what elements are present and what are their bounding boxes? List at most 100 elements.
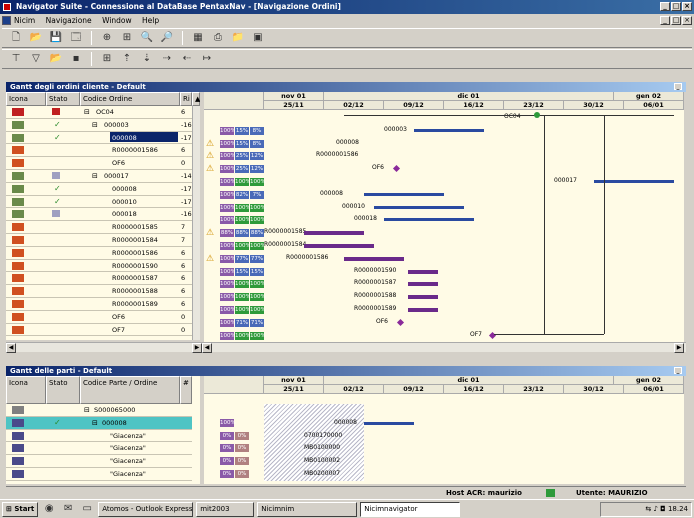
table-row[interactable]: ✓ ⊟ 000008 — [6, 416, 192, 430]
maximize-button[interactable]: □ — [671, 2, 681, 11]
layout-icon[interactable]: ▦ — [190, 31, 206, 45]
child-minimize-button[interactable]: _ — [660, 16, 670, 25]
table-row[interactable]: ✓ 000008 -17 — [6, 131, 192, 145]
save-layout-icon[interactable]: ▣ — [250, 31, 266, 45]
filter-icon[interactable]: ▽ — [28, 52, 44, 66]
panel-minimize-button[interactable]: _ — [674, 83, 682, 90]
expand-toggle-icon[interactable]: ⊟ — [92, 119, 98, 129]
properties-icon[interactable]: 🗔 — [68, 31, 84, 45]
col-icona[interactable]: Icona — [6, 92, 46, 106]
scroll-up-arrow[interactable]: ▲ — [192, 92, 200, 106]
gantt-scroll-left-arrow[interactable]: ◀ — [202, 343, 212, 353]
gantt-bar[interactable] — [304, 231, 364, 236]
gantt-bar[interactable] — [408, 295, 438, 300]
start-button[interactable]: ⊞ Start — [2, 501, 39, 517]
table-row[interactable]: ⊟ OC04 6 — [6, 106, 192, 119]
table-row[interactable]: ✓ 000008 -17 — [6, 183, 192, 196]
expand-toggle-icon[interactable]: ⊟ — [92, 170, 98, 180]
tray-network-icon[interactable]: ⇆ — [645, 505, 651, 513]
table-row[interactable]: OF6 0 — [6, 311, 192, 324]
milestone-icon[interactable] — [392, 165, 401, 173]
gantt-bar[interactable] — [408, 269, 438, 274]
table-row[interactable]: R0000001586 6 — [6, 247, 192, 260]
gantt-bar[interactable] — [408, 282, 438, 287]
table-row[interactable]: R0000001590 6 — [6, 260, 192, 273]
table-row[interactable]: ⊟ S000065000 — [6, 404, 192, 417]
table-row[interactable]: OF6 0 — [6, 157, 192, 170]
table-row[interactable]: "Giacenza" — [6, 455, 192, 468]
move-up-icon[interactable]: ⇡ — [119, 52, 135, 66]
taskbar-item-outlook[interactable]: Atomos - Outlook Express — [98, 501, 194, 517]
open-folder-icon[interactable]: 📂 — [28, 31, 44, 45]
table-row[interactable]: 000018 -16 — [6, 208, 192, 222]
gantt-bar[interactable] — [384, 218, 474, 222]
print-icon[interactable]: ⎙ — [210, 31, 226, 45]
zoom-out-icon[interactable]: 🔎 — [159, 31, 175, 45]
quicklaunch-browser-icon[interactable]: ◉ — [41, 502, 57, 516]
gantt-bar[interactable] — [408, 308, 438, 312]
scroll-right-arrow[interactable]: ▶ — [192, 343, 202, 353]
shift-left-icon[interactable]: ⇠ — [179, 52, 195, 66]
disk-icon[interactable]: ▪ — [68, 52, 84, 66]
table-row[interactable]: R0000001585 7 — [6, 221, 192, 234]
parts-panel-minimize-button[interactable]: _ — [674, 367, 682, 374]
orders-vertical-scrollbar[interactable] — [192, 106, 200, 340]
move-down-icon[interactable]: ⇣ — [139, 52, 155, 66]
col-parts-count[interactable]: # — [180, 376, 192, 404]
minimize-button[interactable]: _ — [660, 2, 670, 11]
col-parts-icona[interactable]: Icona — [6, 376, 46, 404]
tray-volume-icon[interactable]: ♪ — [653, 505, 657, 513]
child-restore-button[interactable]: □ — [671, 16, 681, 25]
gantt-bar[interactable] — [344, 256, 404, 261]
expand-toggle-icon[interactable]: ⊟ — [84, 106, 90, 116]
menu-navigazione[interactable]: Navigazione — [46, 16, 92, 25]
zoom-in-icon[interactable]: 🔍 — [139, 31, 155, 45]
menu-window[interactable]: Window — [102, 16, 132, 25]
folder-icon[interactable]: 📂 — [48, 52, 64, 66]
table-row[interactable]: R0000001584 7 — [6, 234, 192, 247]
table-row[interactable]: R0000001586 6 — [6, 144, 192, 158]
shift-right-icon[interactable]: ⇢ — [159, 52, 175, 66]
tray-antivirus-icon[interactable]: ◘ — [660, 505, 666, 513]
taskbar-item-mit2003[interactable]: mit2003 — [196, 501, 255, 517]
orders-horizontal-scrollbar[interactable]: ◀ ▶ ◀ ▶ — [6, 342, 686, 353]
tree-icon[interactable]: ⊤ — [8, 52, 24, 66]
gantt-bar[interactable] — [414, 128, 484, 132]
menu-nicim[interactable]: Nicim — [14, 16, 35, 25]
table-row[interactable]: "Giacenza" — [6, 442, 192, 456]
col-parts-stato[interactable]: Stato — [46, 376, 80, 404]
gantt-bar[interactable] — [364, 192, 444, 196]
gantt-bar[interactable] — [374, 205, 464, 209]
open-icon[interactable]: 📁 — [230, 31, 246, 45]
table-row[interactable]: R0000001588 6 — [6, 285, 192, 298]
col-codice-parte[interactable]: Codice Parte / Ordine — [80, 376, 180, 404]
close-button[interactable]: × — [682, 2, 692, 11]
table-row[interactable]: "Giacenza" — [6, 430, 192, 443]
expand-toggle-icon[interactable]: ⊟ — [84, 404, 90, 414]
taskbar-item-nicimnim[interactable]: Nicimnim — [257, 501, 358, 517]
expand-toggle-icon[interactable]: ⊟ — [92, 417, 98, 427]
table-row[interactable]: OF7 0 — [6, 324, 192, 337]
scroll-left-arrow[interactable]: ◀ — [6, 343, 16, 353]
col-ri[interactable]: Ri — [180, 92, 192, 106]
gantt-bar[interactable] — [364, 421, 414, 425]
menu-help[interactable]: Help — [142, 16, 159, 25]
table-row[interactable]: R0000001589 6 — [6, 298, 192, 311]
expand-icon[interactable]: ⊞ — [99, 52, 115, 66]
milestone-icon[interactable] — [396, 318, 405, 326]
col-stato[interactable]: Stato — [46, 92, 80, 106]
child-close-button[interactable]: × — [682, 16, 692, 25]
indent-icon[interactable]: ↦ — [199, 52, 215, 66]
col-codice-ordine[interactable]: Codice Ordine — [80, 92, 180, 106]
table-row[interactable]: "Giacenza" — [6, 468, 192, 481]
gantt-bar[interactable] — [304, 244, 374, 248]
zoom-selection-icon[interactable]: ⊞ — [119, 31, 135, 45]
gantt-bar[interactable] — [594, 180, 674, 183]
zoom-fit-icon[interactable]: ⊕ — [99, 31, 115, 45]
save-icon[interactable]: 💾 — [48, 31, 64, 45]
table-row[interactable]: ✓ 000010 -17 — [6, 196, 192, 209]
quicklaunch-desktop-icon[interactable]: ▭ — [79, 502, 95, 516]
gantt-scroll-right-arrow[interactable]: ▶ — [674, 343, 684, 353]
quicklaunch-outlook-icon[interactable]: ✉ — [60, 502, 76, 516]
table-row[interactable]: ⊟ 000017 -14 — [6, 170, 192, 183]
